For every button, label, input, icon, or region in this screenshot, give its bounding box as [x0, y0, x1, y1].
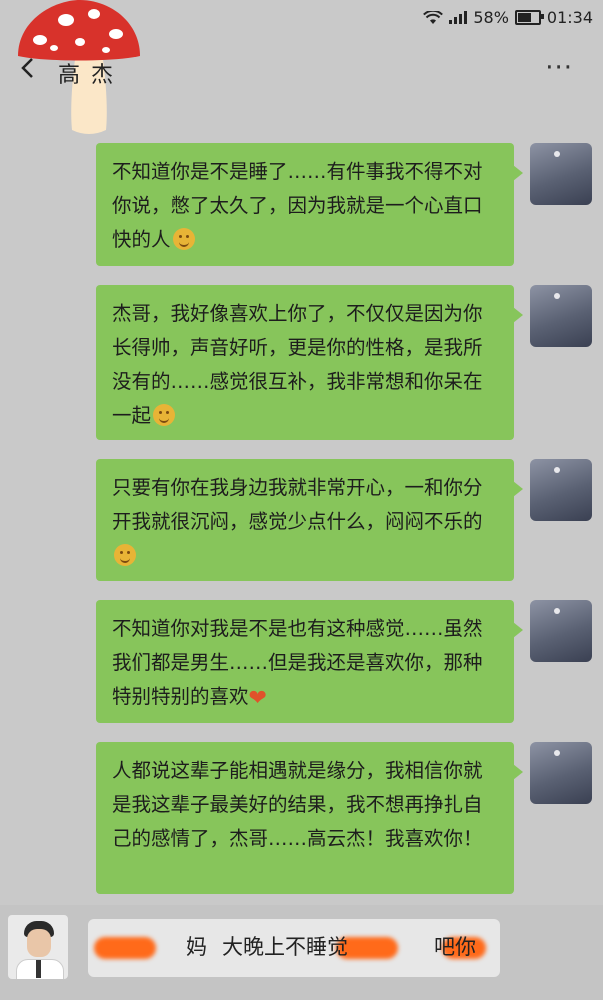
sender-avatar[interactable]	[530, 600, 592, 662]
chat-title: 高 杰	[58, 63, 115, 88]
commenter-avatar[interactable]	[8, 915, 68, 979]
comment-text: 妈 大晚上不睡觉 吧你	[186, 931, 476, 961]
heart-emoji-icon: ❤	[248, 686, 267, 711]
message-bubble[interactable]: 不知道你对我是不是也有这种感觉……虽然我们都是男生……但是我还是喜欢你，那种特别…	[96, 600, 523, 723]
comment-bar: 妈 大晚上不睡觉 吧你	[0, 905, 603, 1000]
sender-avatar[interactable]	[530, 285, 592, 347]
sender-avatar[interactable]	[530, 742, 592, 804]
shy-emoji-icon	[153, 404, 176, 426]
comment-text-part2: 大晚上不睡觉	[222, 935, 348, 959]
message-text: 不知道你是不是睡了……有件事我不得不对你说，憋了太久了，因为我就是一个心直口快的…	[112, 160, 483, 251]
sad-emoji-icon	[114, 544, 136, 566]
message-text: 人都说这辈子能相遇就是缘分，我相信你就是我这辈子最美好的结果，我不想再挣扎自己的…	[112, 759, 483, 850]
more-options-icon[interactable]: ···	[545, 55, 573, 81]
smile-emoji-icon	[172, 228, 195, 250]
comment-text-part1: 妈	[186, 935, 207, 959]
battery-icon	[514, 10, 544, 25]
back-arrow-icon[interactable]	[16, 56, 40, 80]
comment-input[interactable]: 妈 大晚上不睡觉 吧你	[88, 919, 500, 977]
chat-header: 高 杰 ···	[0, 38, 603, 98]
clock: 01:34	[546, 8, 593, 27]
message-text: 不知道你对我是不是也有这种感觉……虽然我们都是男生……但是我还是喜欢你，那种特别…	[112, 617, 483, 708]
sender-avatar[interactable]	[530, 143, 592, 205]
message-bubble[interactable]: 人都说这辈子能相遇就是缘分，我相信你就是我这辈子最美好的结果，我不想再挣扎自己的…	[96, 742, 523, 894]
signal-icon	[449, 11, 468, 24]
message-bubble[interactable]: 杰哥，我好像喜欢上你了，不仅仅是因为你长得帅，声音好听，更是你的性格，是我所没有…	[96, 285, 523, 440]
message-bubble[interactable]: 不知道你是不是睡了……有件事我不得不对你说，憋了太久了，因为我就是一个心直口快的…	[96, 143, 523, 266]
message-bubble[interactable]: 只要有你在我身边我就非常开心，一和你分开我就很沉闷，感觉少点什么，闷闷不乐的	[96, 459, 523, 581]
sender-avatar[interactable]	[530, 459, 592, 521]
battery-percent: 58%	[473, 8, 509, 27]
message-text: 只要有你在我身边我就非常开心，一和你分开我就很沉闷，感觉少点什么，闷闷不乐的	[112, 476, 483, 533]
comment-text-part3: 吧你	[434, 935, 476, 959]
redaction-mark	[94, 937, 156, 959]
wifi-icon	[423, 10, 444, 24]
